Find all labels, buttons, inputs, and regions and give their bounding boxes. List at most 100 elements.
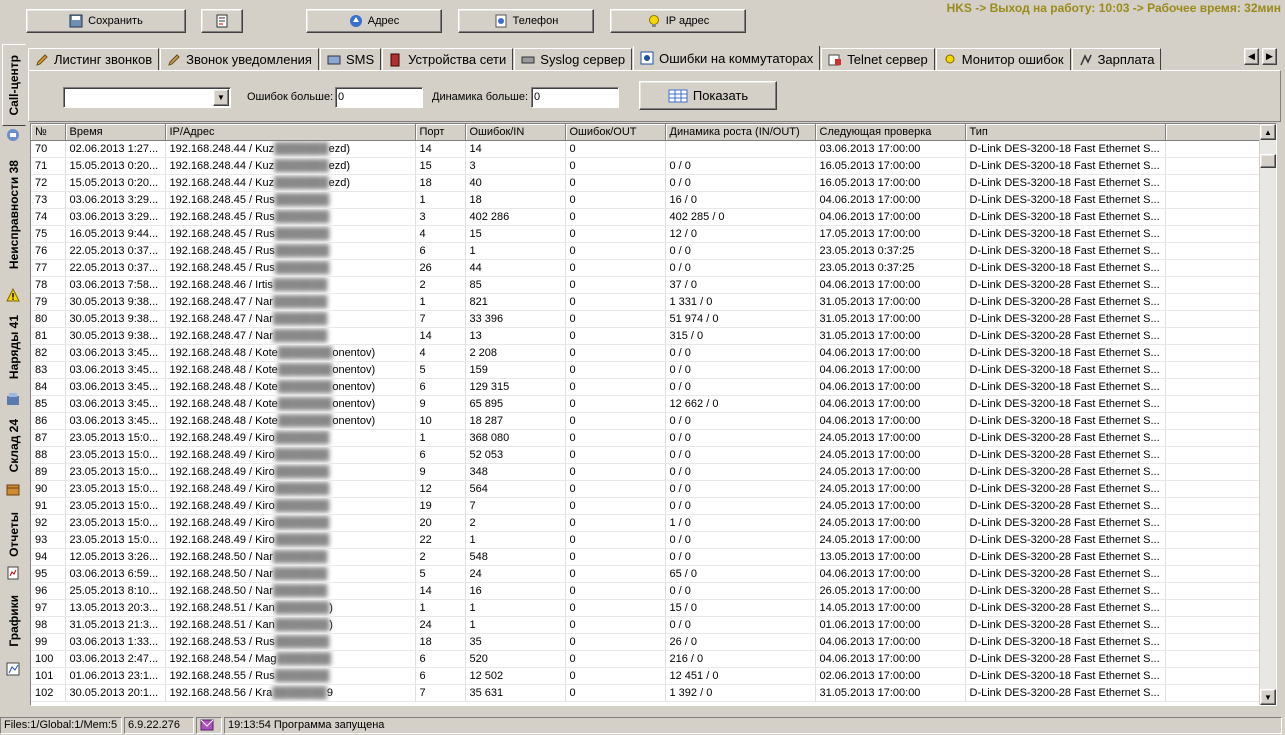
table-cell: 88: [31, 446, 66, 464]
table-cell-address: 192.168.248.44 / Kuz███████ezd): [165, 157, 416, 175]
table-cell: 348: [465, 463, 566, 481]
table-row[interactable]: 99 03.06.2013 1:33... 192.168.248.53 / Rus…: [31, 633, 1262, 651]
table-row[interactable]: 95 03.06.2013 6:59... 192.168.248.50 / Nar…: [31, 565, 1262, 583]
table-row[interactable]: 77 22.05.2013 0:37... 192.168.248.45 / Rus…: [31, 259, 1262, 277]
address-button[interactable]: Адрес: [306, 9, 442, 33]
side-tabs: Call-центр Неисправности 38 Наряды 41 Ск…: [0, 42, 26, 714]
column-header[interactable]: IP/Адрес: [165, 124, 416, 141]
table-row[interactable]: 90 23.05.2013 15:0... 192.168.248.49 / Kir…: [31, 480, 1262, 498]
table-row[interactable]: 100 03.06.2013 2:47... 192.168.248.54 / Ma…: [31, 650, 1262, 668]
side-tab-charts[interactable]: Графики: [2, 586, 26, 656]
tab-error-monitor[interactable]: Монитор ошибок: [935, 48, 1071, 70]
table-row[interactable]: 91 23.05.2013 15:0... 192.168.248.49 / Kir…: [31, 497, 1262, 515]
table-row[interactable]: 84 03.06.2013 3:45... 192.168.248.48 / Kot…: [31, 378, 1262, 396]
side-tab-orders[interactable]: Наряды 41: [2, 304, 26, 390]
table-cell-address: 192.168.248.47 / Nar███████: [165, 293, 416, 311]
notes-button[interactable]: [201, 9, 243, 33]
table-row[interactable]: 72 15.05.2013 0:20... 192.168.248.44 / Kuz…: [31, 174, 1262, 192]
save-button[interactable]: Сохранить: [26, 9, 186, 33]
table-row[interactable]: 81 30.05.2013 9:38... 192.168.248.47 / Nar…: [31, 327, 1262, 345]
tab-notification-call[interactable]: Звонок уведомления: [160, 48, 319, 70]
table-row[interactable]: 82 03.06.2013 3:45... 192.168.248.48 / Kot…: [31, 344, 1262, 362]
table-row[interactable]: 86 03.06.2013 3:45... 192.168.248.48 / Kot…: [31, 412, 1262, 430]
scroll-up-button[interactable]: ▲: [1260, 124, 1276, 140]
table-row[interactable]: 98 31.05.2013 21:3... 192.168.248.51 / Kan…: [31, 616, 1262, 634]
tab-scroll-left-button[interactable]: ◀: [1244, 48, 1259, 65]
table-row[interactable]: 85 03.06.2013 3:45... 192.168.248.48 / Kot…: [31, 395, 1262, 413]
address-suffix: ): [329, 601, 333, 614]
table-row[interactable]: 88 23.05.2013 15:0... 192.168.248.49 / Kir…: [31, 446, 1262, 464]
column-header[interactable]: Ошибок/OUT: [565, 124, 666, 141]
table-row[interactable]: 89 23.05.2013 15:0... 192.168.248.49 / Kir…: [31, 463, 1262, 481]
table-cell: 16.05.2013 9:44...: [65, 225, 166, 243]
table-row[interactable]: 96 25.05.2013 8:10... 192.168.248.50 / Nar…: [31, 582, 1262, 600]
table-row[interactable]: 75 16.05.2013 9:44... 192.168.248.45 / Rus…: [31, 225, 1262, 243]
table-row[interactable]: 76 22.05.2013 0:37... 192.168.248.45 / Rus…: [31, 242, 1262, 260]
tab-syslog-server[interactable]: Syslog сервер: [514, 48, 633, 70]
table-row[interactable]: 101 01.06.2013 23:1... 192.168.248.55 / Ru…: [31, 667, 1262, 685]
table-cell-spacer: [1165, 344, 1262, 362]
address-prefix: 192.168.248.45 / Rus: [169, 244, 275, 257]
tab-sms[interactable]: SMS: [319, 48, 382, 70]
column-header[interactable]: Порт: [415, 124, 466, 141]
table-cell: D-Link DES-3200-28 Fast Ethernet S...: [965, 446, 1166, 464]
table-cell: D-Link DES-3200-28 Fast Ethernet S...: [965, 514, 1166, 532]
table-row[interactable]: 78 03.06.2013 7:58... 192.168.248.46 / Irt…: [31, 276, 1262, 294]
table-cell: 16 / 0: [665, 191, 816, 209]
column-header[interactable]: Следующая проверка: [815, 124, 966, 141]
side-tab-warehouse[interactable]: Склад 24: [2, 412, 26, 480]
tab-network-devices[interactable]: Устройства сети: [382, 48, 514, 70]
tab-telnet-server[interactable]: Telnet сервер: [821, 48, 935, 70]
ip-address-button[interactable]: IP адрес: [610, 9, 746, 33]
phone-button[interactable]: Телефон: [458, 9, 594, 33]
table-cell: 30.05.2013 9:38...: [65, 293, 166, 311]
table-row[interactable]: 71 15.05.2013 0:20... 192.168.248.44 / Kuz…: [31, 157, 1262, 175]
table-cell: 23.05.2013 0:37:25: [815, 242, 966, 260]
table-cell: 86: [31, 412, 66, 430]
side-tab-faults[interactable]: Неисправности 38: [2, 146, 26, 284]
tab-scroll-right-button[interactable]: ▶: [1262, 48, 1277, 65]
table-cell: 04.06.2013 17:00:00: [815, 344, 966, 362]
filter-panel: ▼ Ошибок больше: 0 Динамика больше: 0 По…: [28, 70, 1281, 122]
table-cell: 99: [31, 633, 66, 651]
table-cell: 1 / 0: [665, 514, 816, 532]
side-tab-call-center[interactable]: Call-центр: [2, 44, 26, 126]
side-tab-reports[interactable]: Отчеты: [2, 504, 26, 564]
scroll-down-button[interactable]: ▼: [1260, 689, 1276, 705]
switch-select[interactable]: ▼: [63, 87, 231, 108]
table-row[interactable]: 87 23.05.2013 15:0... 192.168.248.49 / Kir…: [31, 429, 1262, 447]
address-prefix: 192.168.248.48 / Kote: [169, 346, 278, 359]
tab-salary[interactable]: Зарплата: [1071, 48, 1162, 70]
table-row[interactable]: 70 02.06.2013 1:27... 192.168.248.44 / Kuz…: [31, 140, 1262, 158]
table-row[interactable]: 73 03.06.2013 3:29... 192.168.248.45 / Rus…: [31, 191, 1262, 209]
dynamics-threshold-input[interactable]: 0: [531, 87, 619, 108]
chevron-down-icon[interactable]: ▼: [213, 89, 229, 106]
table-row[interactable]: 80 30.05.2013 9:38... 192.168.248.47 / Nar…: [31, 310, 1262, 328]
table-row[interactable]: 74 03.06.2013 3:29... 192.168.248.45 / Rus…: [31, 208, 1262, 226]
column-header[interactable]: Время: [65, 124, 166, 141]
address-prefix: 192.168.248.45 / Rus: [169, 193, 275, 206]
table-row[interactable]: 93 23.05.2013 15:0... 192.168.248.49 / Kir…: [31, 531, 1262, 549]
side-tab-label: Графики: [7, 595, 21, 647]
column-header[interactable]: Динамика роста (IN/OUT): [665, 124, 816, 141]
table-cell: 81: [31, 327, 66, 345]
column-header[interactable]: Ошибок/IN: [465, 124, 566, 141]
tab-call-listing[interactable]: Листинг звонков: [28, 48, 160, 70]
table-row[interactable]: 102 30.05.2013 20:1... 192.168.248.56 / Kr…: [31, 684, 1262, 702]
table-row[interactable]: 97 13.05.2013 20:3... 192.168.248.51 / Kan…: [31, 599, 1262, 617]
tab-switch-errors[interactable]: Ошибки на коммутаторах: [633, 46, 821, 70]
scroll-thumb[interactable]: [1260, 154, 1276, 168]
vertical-scrollbar[interactable]: ▲ ▼: [1259, 124, 1276, 705]
table-row[interactable]: 92 23.05.2013 15:0... 192.168.248.49 / Kir…: [31, 514, 1262, 532]
table-row[interactable]: 94 12.05.2013 3:26... 192.168.248.50 / Nar…: [31, 548, 1262, 566]
table-cell: 51 974 / 0: [665, 310, 816, 328]
table-row[interactable]: 79 30.05.2013 9:38... 192.168.248.47 / Nar…: [31, 293, 1262, 311]
table-cell: 92: [31, 514, 66, 532]
table-cell-spacer: [1165, 446, 1262, 464]
table-row[interactable]: 83 03.06.2013 3:45... 192.168.248.48 / Kot…: [31, 361, 1262, 379]
errors-threshold-input[interactable]: 0: [335, 87, 423, 108]
column-header[interactable]: Тип: [965, 124, 1166, 141]
column-header[interactable]: №: [31, 124, 66, 141]
show-button[interactable]: Показать: [639, 81, 777, 110]
table-cell: 2: [415, 548, 466, 566]
